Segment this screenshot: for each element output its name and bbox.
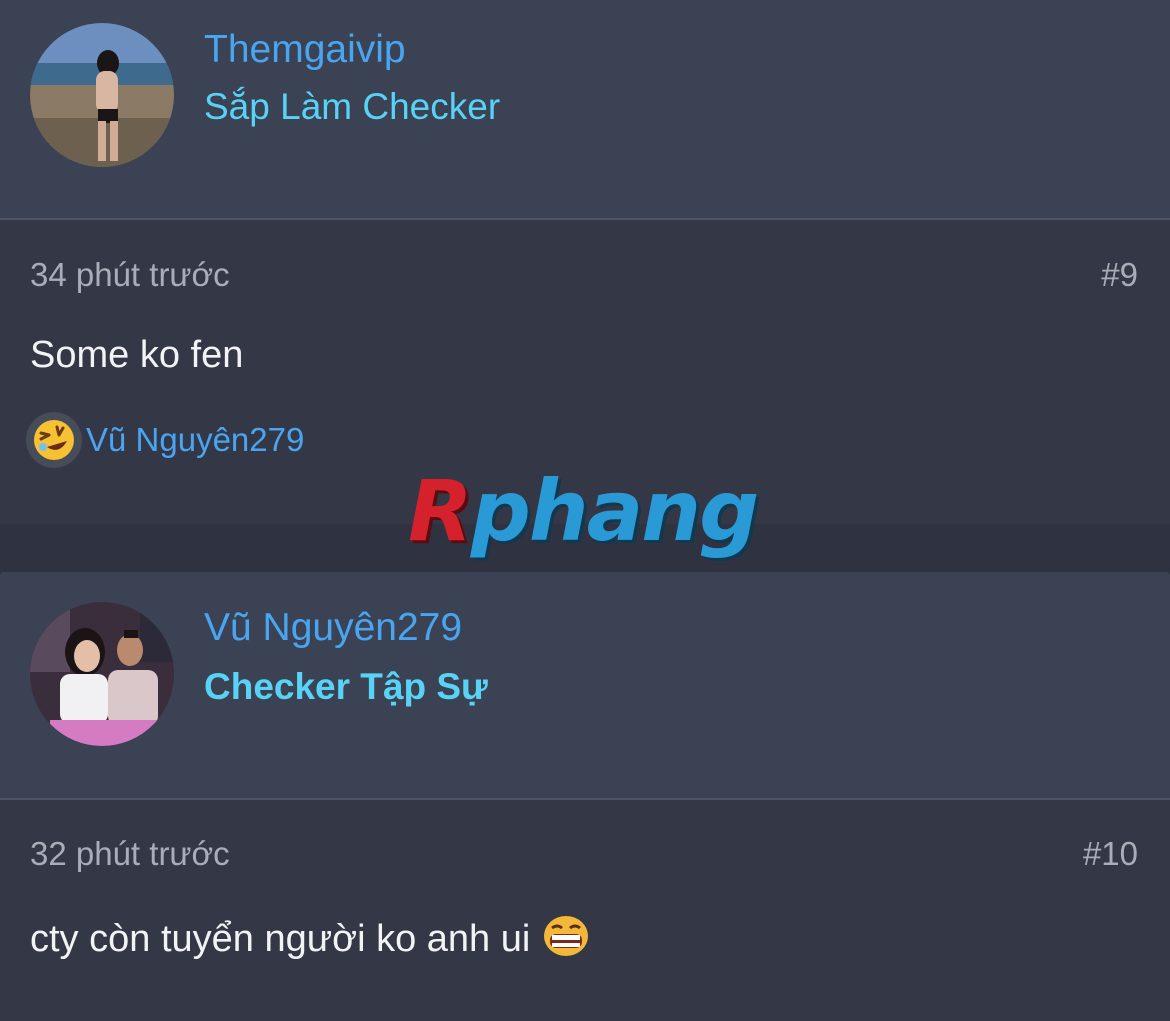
avatar[interactable] xyxy=(30,23,174,167)
reaction-user[interactable]: Vũ Nguyên279 xyxy=(86,421,304,459)
reaction-bar[interactable]: Vũ Nguyên279 xyxy=(26,412,304,468)
post-10-author-header: Vũ Nguyên279 Checker Tập Sự xyxy=(0,572,1170,800)
post-message: Some ko fen xyxy=(30,334,244,376)
rofl-emoji-icon xyxy=(26,412,82,468)
laughing-emoji-icon xyxy=(542,914,590,968)
post-number[interactable]: #10 xyxy=(1083,835,1138,873)
couple-photo-avatar-icon xyxy=(30,602,174,746)
username[interactable]: Themgaivip xyxy=(204,28,406,72)
post-time[interactable]: 34 phút trước xyxy=(30,256,230,294)
post-message-text: cty còn tuyển người ko anh ui xyxy=(30,918,531,961)
beach-photo-avatar-icon xyxy=(30,23,174,167)
rphang-watermark-logo: Rphang xyxy=(408,462,759,560)
avatar[interactable] xyxy=(30,602,174,746)
post-10-body: 32 phút trước #10 cty còn tuyển người ko… xyxy=(0,800,1170,1021)
post-number[interactable]: #9 xyxy=(1101,256,1138,294)
user-rank: Sắp Làm Checker xyxy=(204,86,501,127)
post-time[interactable]: 32 phút trước xyxy=(30,835,230,873)
post-message: cty còn tuyển người ko anh ui xyxy=(30,914,590,968)
post-9-author-header: Themgaivip Sắp Làm Checker xyxy=(0,0,1170,220)
user-rank: Checker Tập Sự xyxy=(204,666,488,707)
username[interactable]: Vũ Nguyên279 xyxy=(204,606,462,650)
